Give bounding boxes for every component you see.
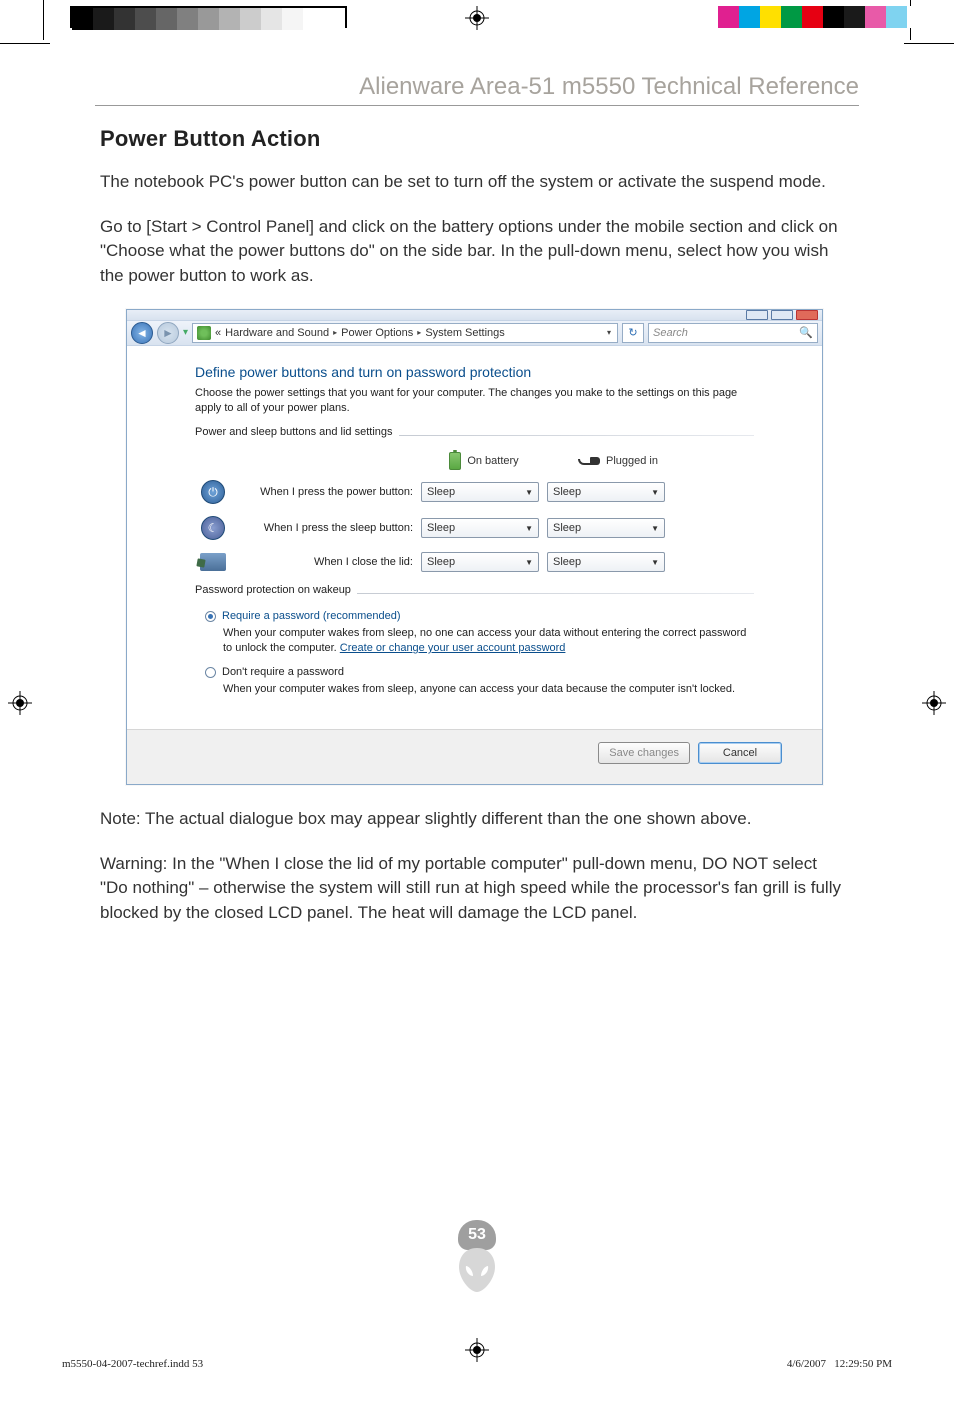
radio-description: When your computer wakes from sleep, any… <box>223 682 754 697</box>
chevron-down-icon: ▼ <box>525 488 533 497</box>
column-header-battery: On battery <box>467 455 518 467</box>
breadcrumb-item[interactable]: Hardware and Sound <box>225 327 329 339</box>
radio-dont-require-password[interactable]: Don't require a password <box>205 666 754 678</box>
radio-require-password[interactable]: Require a password (recommended) <box>205 610 754 622</box>
registration-bar-right <box>697 6 928 28</box>
dropdown-sleep-battery[interactable]: Sleep▼ <box>421 518 539 538</box>
note-paragraph: Note: The actual dialogue box may appear… <box>100 807 849 832</box>
minimize-button[interactable] <box>746 310 768 320</box>
fieldset-label: Password protection on wakeup <box>195 584 351 596</box>
page-number-badge: 53 <box>456 1220 498 1294</box>
laptop-icon <box>200 553 226 571</box>
print-footer: m5550-04-2007-techref.indd 53 4/6/2007 1… <box>62 1358 892 1370</box>
dropdown-sleep-plugged[interactable]: Sleep▼ <box>547 518 665 538</box>
registration-target-icon <box>465 6 489 30</box>
registration-bar-left <box>70 6 347 28</box>
registration-target-icon <box>8 691 32 715</box>
window-titlebar <box>127 310 822 320</box>
chevron-right-icon: ▸ <box>413 328 425 337</box>
paragraph: Go to [Start > Control Panel] and click … <box>100 215 849 289</box>
dropdown-lid-battery[interactable]: Sleep▼ <box>421 552 539 572</box>
history-dropdown-icon[interactable]: ▾ <box>183 327 188 338</box>
dropdown-power-battery[interactable]: Sleep▼ <box>421 482 539 502</box>
button-row: Save changes Cancel <box>127 729 822 784</box>
radio-selected-icon <box>205 611 216 622</box>
option-label: When I press the power button: <box>231 486 421 498</box>
close-button[interactable] <box>796 310 818 320</box>
option-row-close-lid: When I close the lid: Sleep▼ Sleep▼ <box>195 552 754 572</box>
maximize-button[interactable] <box>771 310 793 320</box>
radio-label: Require a password (recommended) <box>222 610 401 622</box>
cancel-button[interactable]: Cancel <box>698 742 782 764</box>
alien-head-icon <box>456 1246 498 1294</box>
radio-label: Don't require a password <box>222 666 344 678</box>
pane-subtitle: Choose the power settings that you want … <box>195 386 754 417</box>
breadcrumb-prefix: « <box>215 327 221 339</box>
document-header: Alienware Area-51 m5550 Technical Refere… <box>95 73 859 106</box>
option-label: When I press the sleep button: <box>231 522 421 534</box>
chevron-down-icon: ▼ <box>525 558 533 567</box>
forward-button[interactable]: ► <box>157 322 179 344</box>
paragraph: The notebook PC's power button can be se… <box>100 170 849 195</box>
battery-icon <box>449 452 461 470</box>
address-bar-row: ◄ ► ▾ « Hardware and Sound ▸ Power Optio… <box>127 320 822 346</box>
breadcrumb-bar[interactable]: « Hardware and Sound ▸ Power Options ▸ S… <box>192 323 618 343</box>
arrow-left-icon: ◄ <box>136 326 148 340</box>
footer-time: 12:29:50 PM <box>834 1358 892 1370</box>
dropdown-power-plugged[interactable]: Sleep▼ <box>547 482 665 502</box>
option-label: When I close the lid: <box>231 556 421 568</box>
save-changes-button[interactable]: Save changes <box>598 742 690 764</box>
chevron-right-icon: ▸ <box>329 328 341 337</box>
search-input[interactable]: Search 🔍 <box>648 323 818 343</box>
chevron-down-icon: ▼ <box>651 524 659 533</box>
chevron-down-icon: ▼ <box>651 488 659 497</box>
fieldset-label: Power and sleep buttons and lid settings <box>195 426 393 438</box>
footer-date: 4/6/2007 <box>787 1358 826 1370</box>
search-icon: 🔍 <box>799 326 813 339</box>
chevron-down-icon: ▼ <box>651 558 659 567</box>
control-panel-icon <box>197 326 211 340</box>
chevron-down-icon: ▼ <box>525 524 533 533</box>
chevron-down-icon[interactable]: ▾ <box>601 328 613 337</box>
radio-description: When your computer wakes from sleep, no … <box>223 626 754 656</box>
breadcrumb-item[interactable]: System Settings <box>425 327 504 339</box>
radio-unselected-icon <box>205 667 216 678</box>
plug-icon <box>578 455 600 467</box>
back-button[interactable]: ◄ <box>131 322 153 344</box>
footer-filename: m5550-04-2007-techref.indd 53 <box>62 1358 203 1370</box>
refresh-button[interactable]: ↻ <box>622 323 644 343</box>
option-row-sleep-button: ☾ When I press the sleep button: Sleep▼ … <box>195 516 754 540</box>
arrow-right-icon: ► <box>162 326 174 340</box>
search-placeholder: Search <box>653 327 688 339</box>
divider <box>357 593 754 594</box>
pane-title: Define power buttons and turn on passwor… <box>195 364 754 380</box>
section-title: Power Button Action <box>100 126 849 152</box>
create-password-link[interactable]: Create or change your user account passw… <box>340 642 566 654</box>
divider <box>399 435 754 436</box>
option-row-power-button: ⏻ When I press the power button: Sleep▼ … <box>195 480 754 504</box>
refresh-icon: ↻ <box>628 326 637 339</box>
column-header-plugged: Plugged in <box>606 455 658 467</box>
warning-paragraph: Warning: In the "When I close the lid of… <box>100 852 849 926</box>
breadcrumb-item[interactable]: Power Options <box>341 327 413 339</box>
registration-target-icon <box>922 691 946 715</box>
power-icon: ⏻ <box>201 480 225 504</box>
screenshot-window: ◄ ► ▾ « Hardware and Sound ▸ Power Optio… <box>126 309 823 785</box>
dropdown-lid-plugged[interactable]: Sleep▼ <box>547 552 665 572</box>
moon-icon: ☾ <box>201 516 225 540</box>
